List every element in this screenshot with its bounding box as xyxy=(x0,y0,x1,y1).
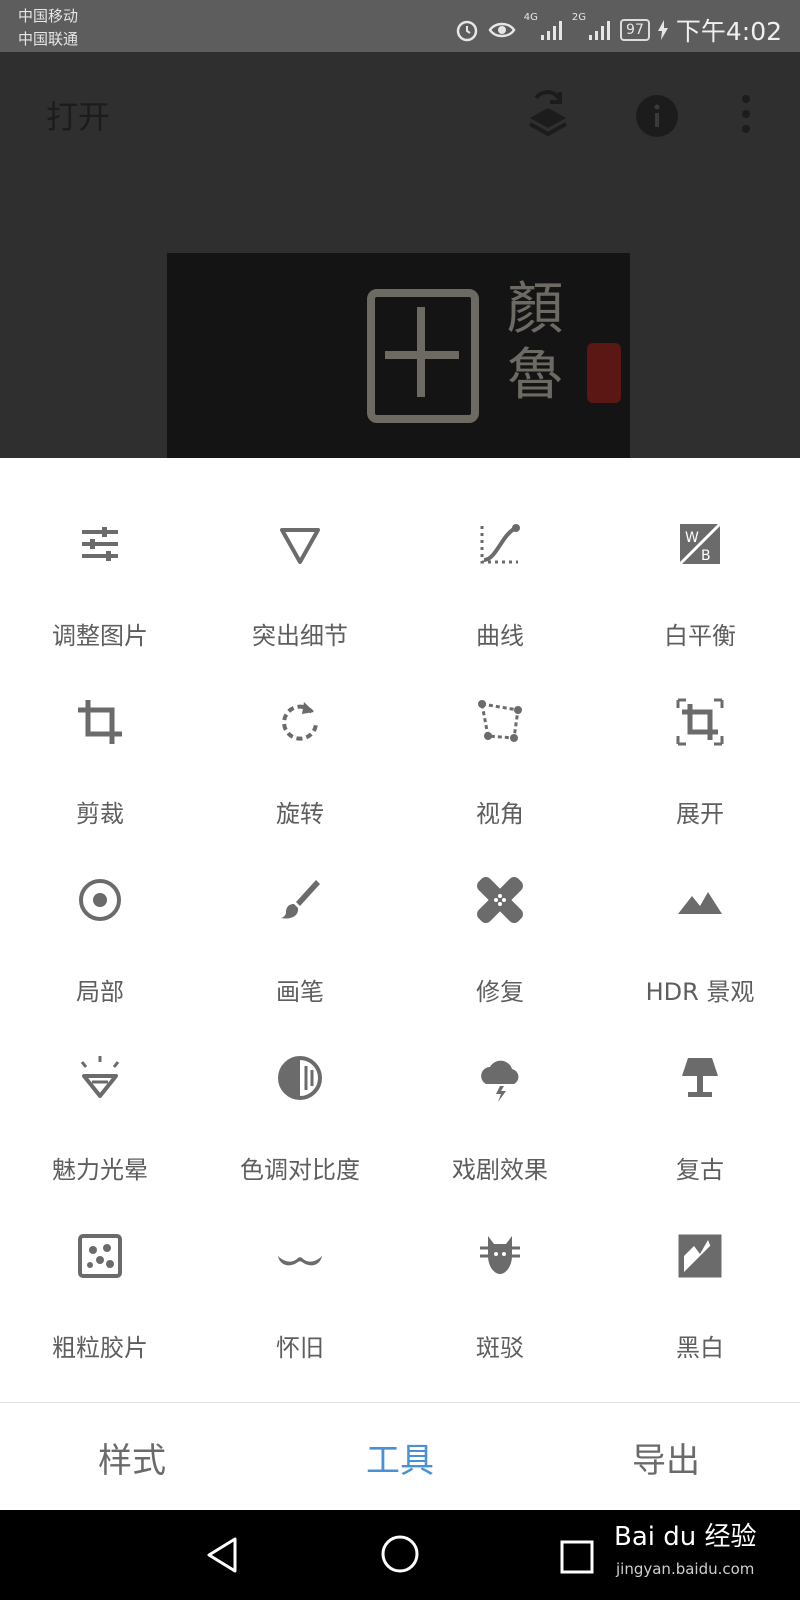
tool-tune[interactable]: 调整图片 xyxy=(0,458,200,650)
tool-perspective[interactable]: 视角 xyxy=(400,636,600,828)
seal-graphic xyxy=(367,289,479,423)
rotate-icon xyxy=(276,698,324,746)
tool-label: 粗粒胶片 xyxy=(52,1334,148,1362)
tool-white-balance[interactable]: W B 白平衡 xyxy=(600,458,800,650)
retrolux-icon xyxy=(276,1232,324,1280)
tool-tonal-contrast[interactable]: 色调对比度 xyxy=(200,992,400,1184)
red-stamp xyxy=(587,343,621,403)
tool-healing[interactable]: 修复 xyxy=(400,814,600,1006)
battery-indicator: 97 xyxy=(620,19,650,41)
image-preview[interactable]: 顏魯 xyxy=(167,253,630,458)
layers-icon[interactable] xyxy=(526,90,570,144)
watermark-text: Bai du 经验 xyxy=(614,1522,757,1552)
tool-retrolux[interactable]: 怀旧 xyxy=(200,1170,400,1362)
bottom-tab-bar: 样式 工具 导出 xyxy=(0,1402,800,1511)
svg-text:W: W xyxy=(685,530,699,546)
black-white-icon xyxy=(676,1232,724,1280)
tool-hdr-landscape[interactable]: HDR 景观 xyxy=(600,814,800,1006)
tune-icon xyxy=(76,520,124,568)
healing-icon xyxy=(476,876,524,924)
watermark-url: jingyan.baidu.com xyxy=(616,1560,755,1578)
glamour-glow-icon xyxy=(76,1054,124,1102)
status-bar: 中国移动 中国联通 4G 2G 97 下午4:02 xyxy=(0,0,800,52)
seal-stroke xyxy=(385,351,459,359)
tool-selective[interactable]: 局部 xyxy=(0,814,200,1006)
app-header: 打开 xyxy=(0,52,800,164)
tool-crop[interactable]: 剪裁 xyxy=(0,636,200,828)
expand-icon xyxy=(676,698,724,746)
open-button[interactable]: 打开 xyxy=(46,92,110,138)
status-icons: 4G 2G 97 下午4:02 xyxy=(454,12,782,48)
tool-curves[interactable]: 曲线 xyxy=(400,458,600,650)
white-balance-icon: WB xyxy=(676,520,724,568)
recent-apps-icon[interactable] xyxy=(560,1540,594,1578)
crop-icon xyxy=(76,698,124,746)
carrier-2: 中国联通 xyxy=(18,30,79,48)
info-icon[interactable] xyxy=(635,94,679,142)
signal-icon xyxy=(540,21,562,40)
network-4g-label: 4G xyxy=(523,12,538,23)
tool-black-white[interactable]: 黑白 xyxy=(600,1170,800,1362)
details-triangle-icon xyxy=(276,520,324,568)
perspective-icon xyxy=(476,698,524,746)
tool-glamour-glow[interactable]: 魅力光晕 xyxy=(0,992,200,1184)
home-icon[interactable] xyxy=(380,1534,420,1578)
status-time: 下午4:02 xyxy=(675,17,782,46)
selective-icon xyxy=(76,876,124,924)
tab-styles[interactable]: 样式 xyxy=(98,1433,166,1482)
tool-details-triangle[interactable]: 突出细节 xyxy=(200,458,400,650)
tonal-contrast-icon xyxy=(276,1054,324,1102)
svg-text:B: B xyxy=(701,548,711,564)
more-vert-icon[interactable] xyxy=(740,94,752,138)
system-nav-bar: Bai du 经验 jingyan.baidu.com xyxy=(0,1510,800,1600)
drama-icon xyxy=(476,1054,524,1102)
brush-icon xyxy=(276,876,324,924)
tool-label: 怀旧 xyxy=(276,1334,324,1362)
curves-icon xyxy=(476,520,524,568)
tool-label: 斑驳 xyxy=(476,1334,524,1362)
tool-grainy-film[interactable]: 粗粒胶片 xyxy=(0,1170,200,1362)
tool-label: 黑白 xyxy=(676,1334,724,1362)
tool-drama[interactable]: 戏剧效果 xyxy=(400,992,600,1184)
grainy-film-icon xyxy=(76,1232,124,1280)
eye-icon xyxy=(488,22,516,38)
alarm-icon xyxy=(456,20,478,42)
tab-export[interactable]: 导出 xyxy=(632,1433,700,1482)
grunge-icon xyxy=(476,1232,524,1280)
charging-icon xyxy=(657,20,668,40)
tab-tools[interactable]: 工具 xyxy=(366,1433,434,1482)
tool-grunge[interactable]: 斑驳 xyxy=(400,1170,600,1362)
tool-rotate[interactable]: 旋转 xyxy=(200,636,400,828)
tool-expand[interactable]: 展开 xyxy=(600,636,800,828)
hdr-landscape-icon xyxy=(676,876,724,924)
carrier-1: 中国移动 xyxy=(18,7,79,25)
vintage-icon xyxy=(676,1054,724,1102)
signal-icon-2 xyxy=(589,21,611,40)
back-icon[interactable] xyxy=(205,1536,239,1578)
calligraphy-text: 顏魯 xyxy=(507,277,563,408)
tools-sheet: 调整图片 突出细节 曲线 W B 白平衡剪裁 旋转 视角 展开局部 画笔 修复 HDR 景观魅力光晕色… xyxy=(0,458,800,1511)
tool-vintage[interactable]: 复古 xyxy=(600,992,800,1184)
tool-brush[interactable]: 画笔 xyxy=(200,814,400,1006)
network-2g-label: 2G xyxy=(571,12,587,23)
